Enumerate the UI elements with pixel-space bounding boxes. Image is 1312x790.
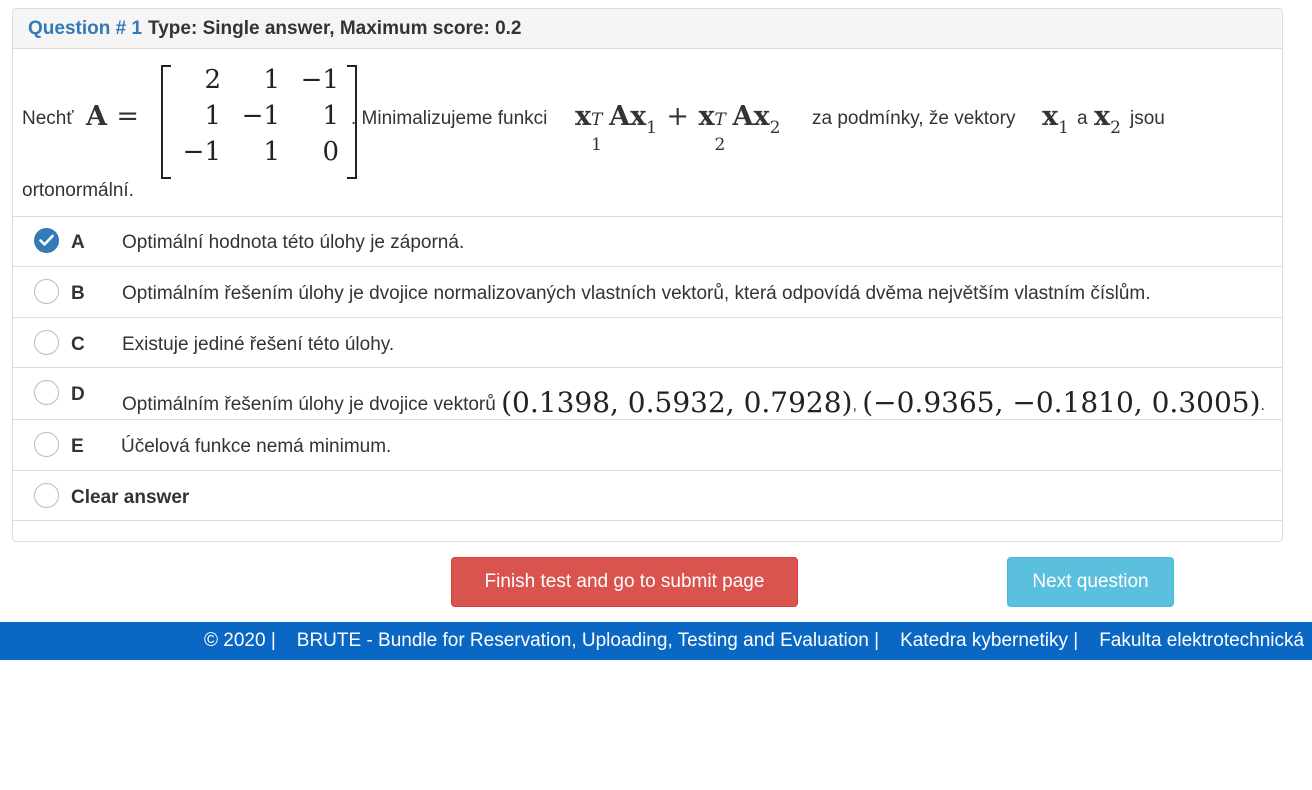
matrix-left-bracket xyxy=(161,65,171,179)
clear-answer-label: Clear answer xyxy=(71,487,190,508)
question-conditions: za podmínky, že vektory xyxy=(812,108,1016,129)
option-c[interactable]: C Existuje jediné řešení této úlohy. xyxy=(13,317,1282,368)
radio-option-c[interactable] xyxy=(34,330,59,355)
option-d[interactable]: D Optimálním řešením úlohy je dvojice ve… xyxy=(13,367,1282,419)
footer-brute-link[interactable]: BRUTE - Bundle for Reservation, Uploadin… xyxy=(297,630,879,652)
footer: © 2020 | BRUTE - Bundle for Reservation,… xyxy=(0,622,1312,660)
matrix-cell: −1 xyxy=(241,101,280,131)
question-panel: Question # 1 Type: Single answer, Maximu… xyxy=(12,8,1283,542)
question-number: Question # 1 xyxy=(28,17,143,39)
radio-option-e[interactable] xyxy=(34,432,59,457)
option-letter: D xyxy=(71,384,85,405)
footer-katedra-link[interactable]: Katedra kybernetiky | xyxy=(900,630,1078,652)
vector-x1: x1 xyxy=(1042,101,1069,138)
question-header: Question # 1 Type: Single answer, Maximu… xyxy=(13,9,1282,49)
matrix-cell: −1 xyxy=(300,65,339,95)
option-e[interactable]: E Účelová funkce nemá minimum. xyxy=(13,419,1282,470)
question-text-after-matrix: . Minimalizujeme funkci xyxy=(351,108,548,129)
option-a[interactable]: A Optimální hodnota této úlohy je záporn… xyxy=(13,216,1282,267)
finish-test-button[interactable]: Finish test and go to submit page xyxy=(451,557,798,607)
matrix-cell: 1 xyxy=(322,101,339,131)
option-letter: C xyxy=(71,334,85,355)
question-type: Type: Single answer, Maximum score: 0.2 xyxy=(148,17,522,39)
option-b[interactable]: B Optimálním řešením úlohy je dvojice no… xyxy=(13,266,1282,317)
matrix-cell: 1 xyxy=(204,101,221,131)
matrix-cell: 0 xyxy=(322,137,339,167)
question-intro: Nechť xyxy=(22,108,74,129)
vector-1-value: (0.1398, 0.5932, 0.7928) xyxy=(501,386,853,419)
option-text: Optimálním řešením úlohy je dvojice norm… xyxy=(122,283,1151,304)
vector-2-value: (−0.9365, −0.1810, 0.3005) xyxy=(862,386,1261,419)
option-text: Optimální hodnota této úlohy je záporná. xyxy=(122,232,465,253)
radio-option-b[interactable] xyxy=(34,279,59,304)
matrix-cell: 1 xyxy=(263,65,280,95)
radio-option-d[interactable] xyxy=(34,380,59,405)
matrix-cell: 1 xyxy=(263,137,280,167)
option-letter: A xyxy=(71,232,85,253)
matrix-cell: −1 xyxy=(182,137,221,167)
radio-clear-answer[interactable] xyxy=(34,483,59,508)
matrix-name: A = xyxy=(86,101,139,132)
option-text: Optimálním řešením úlohy je dvojice vekt… xyxy=(122,386,1265,419)
option-letter: B xyxy=(71,283,85,304)
matrix-a: 2 1 −1 1 −1 1 −1 1 0 xyxy=(161,65,357,179)
question-and: a xyxy=(1077,108,1088,129)
option-text: Existuje jediné řešení této úlohy. xyxy=(122,334,395,355)
footer-copyright: © 2020 | xyxy=(204,630,276,651)
radio-option-a[interactable] xyxy=(34,228,59,253)
question-jsou: jsou xyxy=(1130,108,1165,129)
clear-answer-option[interactable]: Clear answer xyxy=(13,470,1282,521)
question-last-line: ortonormální. xyxy=(22,180,134,201)
next-question-button[interactable]: Next question xyxy=(1007,557,1174,607)
matrix-cell: 2 xyxy=(204,65,221,95)
footer-fakulta-link[interactable]: Fakulta elektrotechnická xyxy=(1099,630,1304,652)
option-text: Účelová funkce nemá minimum. xyxy=(121,436,392,457)
vector-x2: x2 xyxy=(1094,101,1121,138)
check-icon xyxy=(39,234,54,246)
option-letter: E xyxy=(71,436,84,457)
objective-expression: x T 1 Ax1 + x T 2 Ax2 xyxy=(575,101,781,155)
question-text: Nechť A = 2 1 −1 1 −1 1 −1 1 0 . Minimal… xyxy=(13,49,1282,216)
